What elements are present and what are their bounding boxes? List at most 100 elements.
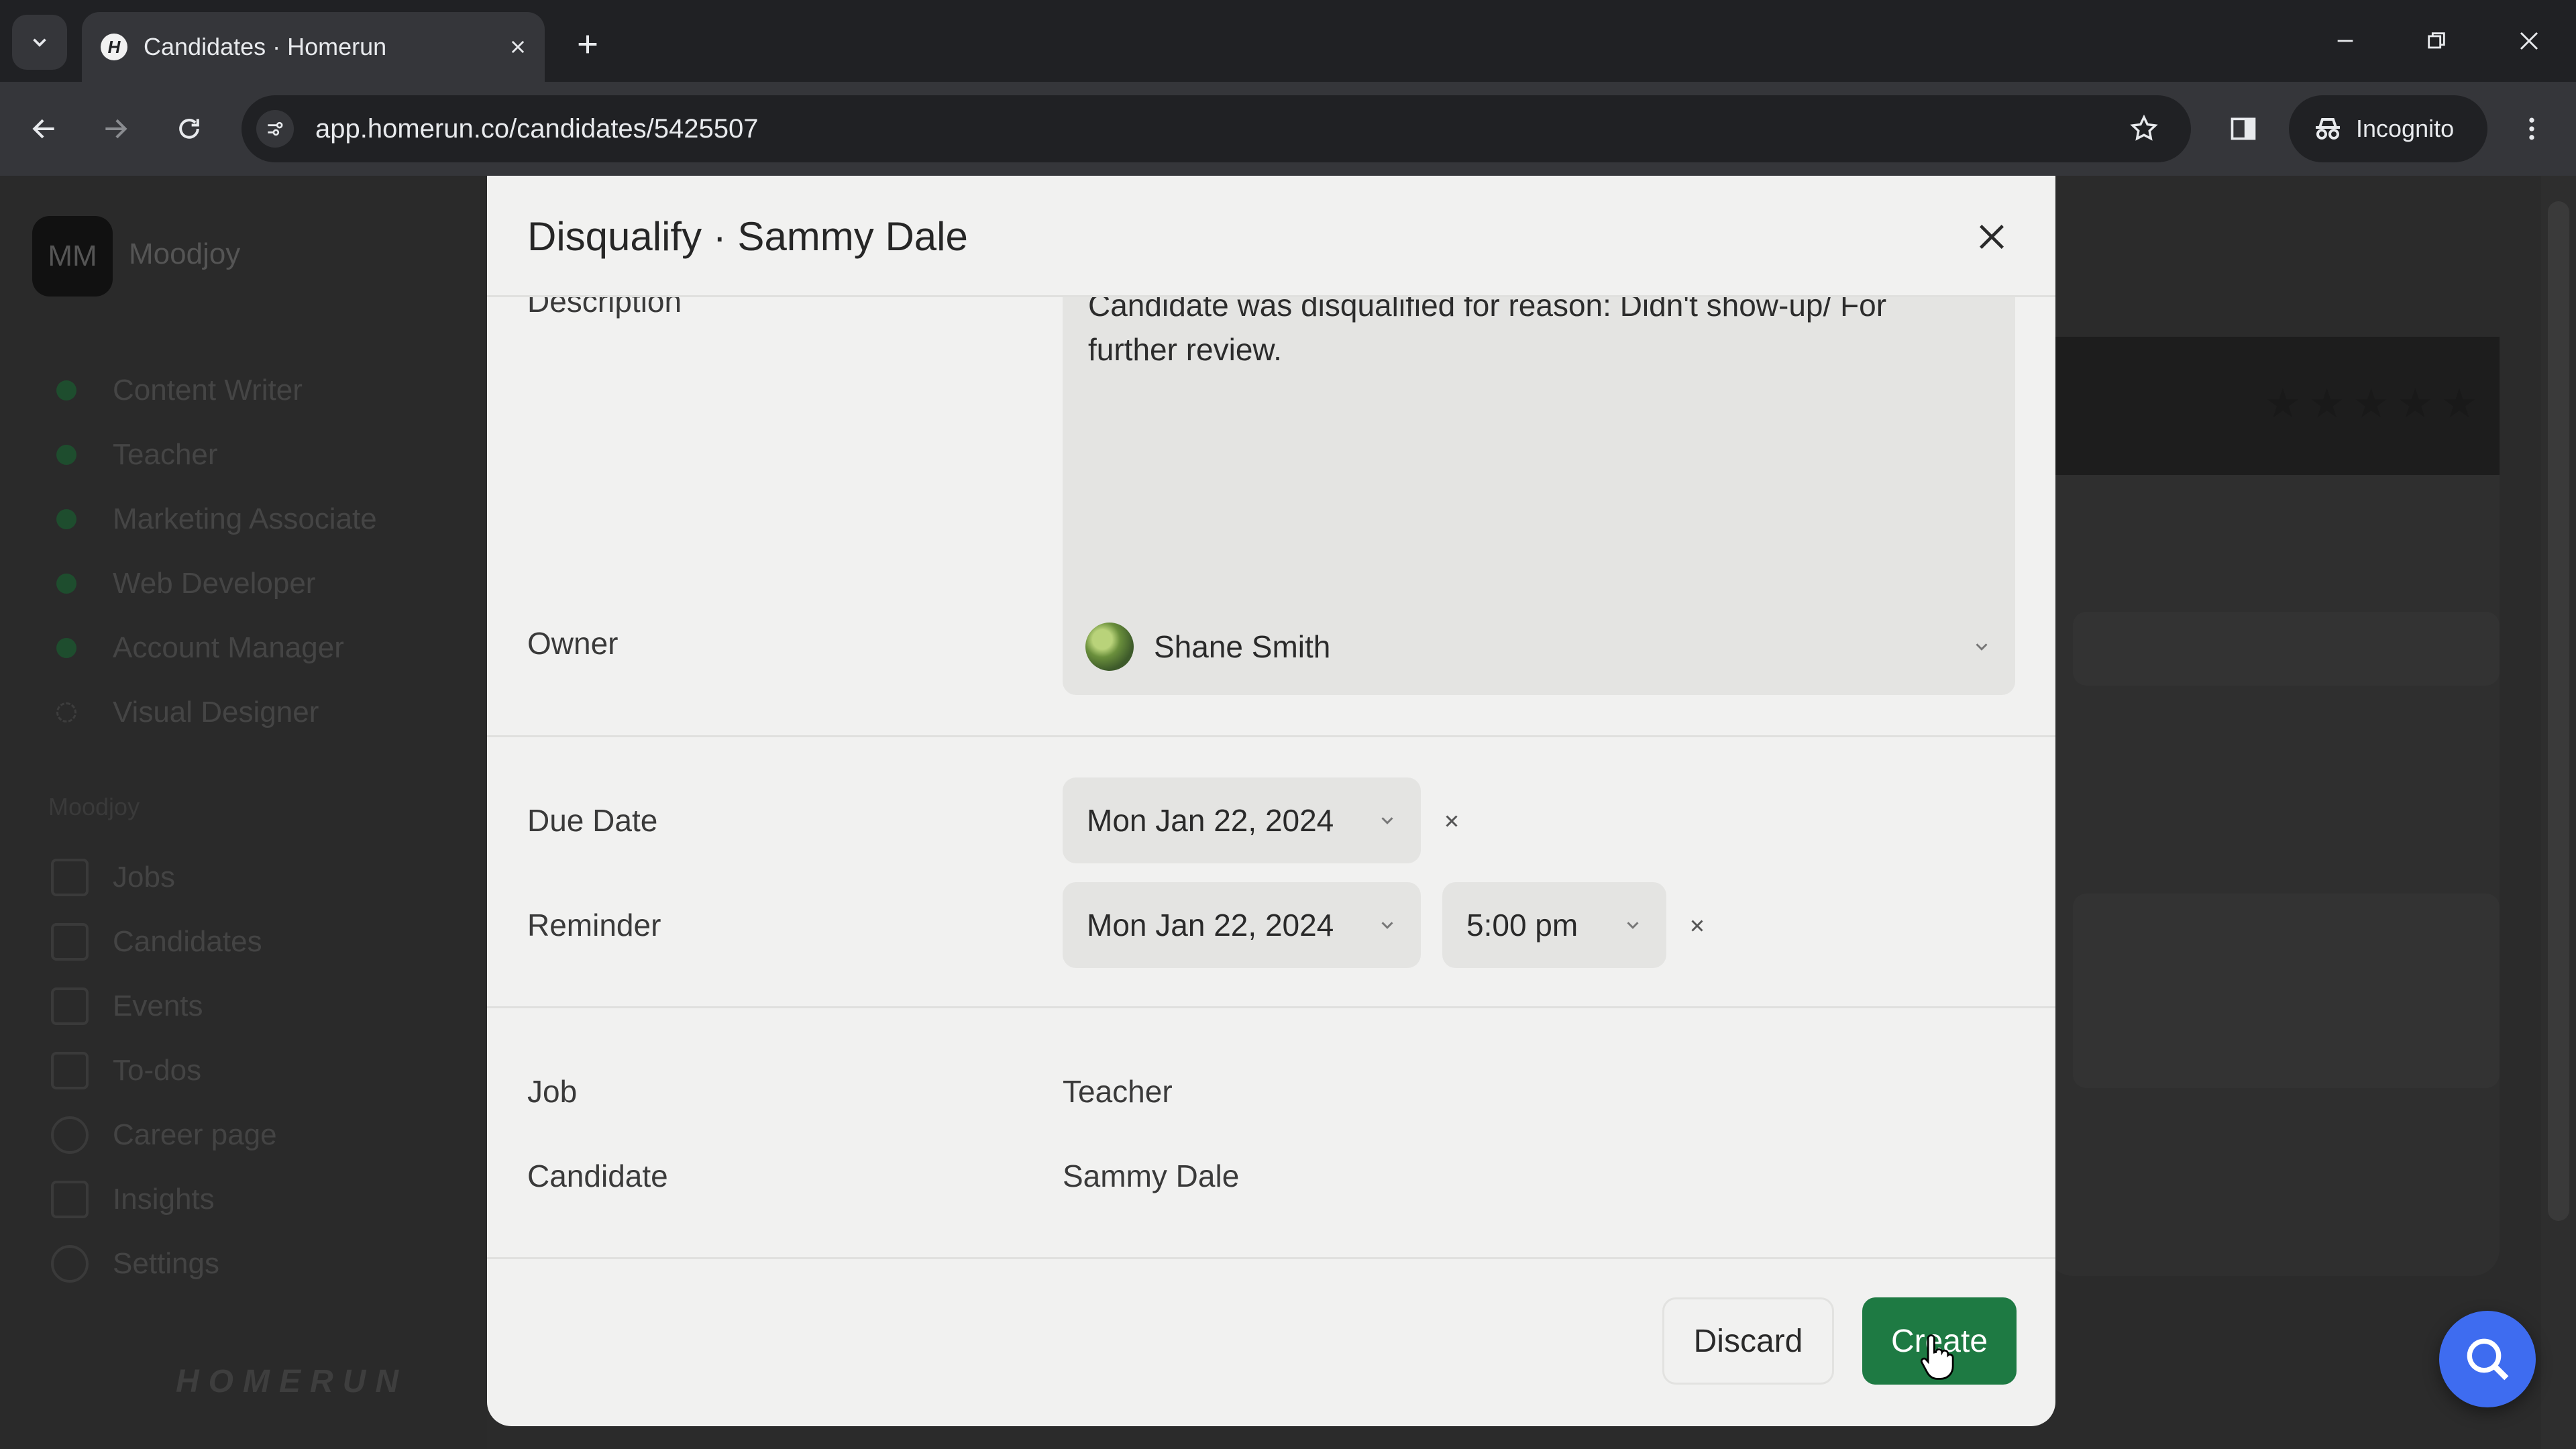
nav-label: Career page [113, 1118, 277, 1151]
sidebar-nav-insights[interactable]: Insights [51, 1179, 215, 1220]
sidebar-nav-todos[interactable]: To-dos [51, 1051, 201, 1091]
chevron-down-icon [1374, 912, 1401, 938]
chart-icon [51, 1181, 89, 1218]
workspace-avatar[interactable]: MM [32, 216, 113, 297]
close-icon [511, 40, 525, 54]
reminder-time-value: 5:00 pm [1466, 908, 1578, 943]
disqualify-modal: Description Candidate was disqualified f… [487, 176, 2055, 1426]
browser-menu-button[interactable] [2510, 107, 2553, 150]
sidebar-job-marketing-associate[interactable]: Marketing Associate [56, 499, 377, 539]
due-date-value: Mon Jan 22, 2024 [1087, 803, 1334, 838]
tab-search-button[interactable] [12, 15, 67, 70]
people-icon [51, 923, 89, 961]
modal-close-button[interactable] [1968, 213, 2015, 260]
job-label: Visual Designer [113, 696, 319, 729]
job-label: Account Manager [113, 631, 344, 664]
close-icon [2520, 32, 2538, 50]
incognito-label: Incognito [2356, 115, 2455, 142]
footer-divider [487, 1257, 2055, 1259]
job-status-dot [56, 380, 76, 400]
back-button[interactable] [23, 107, 66, 150]
sidebar-nav-jobs[interactable]: Jobs [51, 857, 175, 898]
due-date-label: Due Date [527, 803, 658, 838]
job-label: Content Writer [113, 374, 303, 407]
nav-label: Jobs [113, 861, 175, 894]
hand-cursor-icon [1920, 1334, 1954, 1380]
workspace-name[interactable]: Moodjoy [129, 237, 240, 271]
sidebar-nav-settings[interactable]: Settings [51, 1244, 219, 1284]
sidebar-section-label: Moodjoy [48, 793, 140, 820]
chevron-down-icon [1968, 633, 1995, 660]
reminder-time-select[interactable]: 5:00 pm [1442, 882, 1666, 968]
homerun-favicon: H [101, 34, 127, 60]
candidate-label: Candidate [527, 1159, 668, 1193]
chevron-down-icon [1619, 912, 1646, 938]
modal-title: Disqualify · Sammy Dale [527, 214, 968, 259]
tab-title: Candidates · Homerun [144, 33, 387, 60]
reload-icon [179, 119, 199, 139]
url-text: app.homerun.co/candidates/5425507 [315, 114, 759, 144]
forward-button[interactable] [94, 107, 137, 150]
more-vertical-icon [2529, 117, 2534, 140]
job-status-dot [56, 445, 76, 465]
window-close-button[interactable] [2502, 17, 2556, 64]
discard-button[interactable]: Discard [1662, 1297, 1834, 1385]
clear-due-date-button[interactable] [1437, 806, 1466, 836]
minimize-icon [2337, 40, 2353, 42]
due-date-select[interactable]: Mon Jan 22, 2024 [1063, 777, 1421, 863]
incognito-indicator[interactable]: Incognito [2289, 95, 2487, 162]
job-label: Job [527, 1074, 578, 1109]
sidebar-nav-events[interactable]: Events [51, 986, 203, 1026]
job-label: Teacher [113, 438, 218, 471]
tab-close-button[interactable] [504, 34, 531, 60]
side-panel-icon [2231, 117, 2256, 140]
close-icon [1446, 815, 1458, 827]
nav-label: Settings [113, 1247, 219, 1280]
briefcase-icon [51, 859, 89, 896]
close-icon [1980, 225, 2004, 249]
job-status-dot [56, 638, 76, 658]
nav-label: Insights [113, 1183, 215, 1216]
minimize-button[interactable] [2318, 17, 2372, 64]
modal-header: Disqualify · Sammy Dale [487, 176, 2055, 297]
nav-label: To-dos [113, 1054, 202, 1087]
help-search-button[interactable] [2439, 1311, 2536, 1407]
side-panel-button[interactable] [2222, 107, 2265, 150]
owner-select[interactable]: Shane Smith [1063, 598, 2015, 695]
candidate-value: Sammy Dale [1063, 1159, 1240, 1193]
job-label: Web Developer [113, 567, 316, 600]
restore-button[interactable] [2410, 17, 2463, 64]
job-status-dot [56, 574, 76, 594]
search-icon [2467, 1338, 2509, 1381]
new-tab-button[interactable] [568, 24, 608, 64]
sidebar-job-visual-designer[interactable]: Visual Designer [56, 692, 319, 733]
sidebar-nav-candidates[interactable]: Candidates [51, 922, 262, 962]
bookmark-star-icon[interactable] [2125, 110, 2163, 148]
calendar-icon [51, 987, 89, 1025]
sidebar-job-content-writer[interactable]: Content Writer [56, 370, 303, 411]
site-info-icon[interactable] [256, 110, 294, 148]
job-status-dot [56, 509, 76, 529]
section-divider [487, 1006, 2055, 1008]
candidate-panel [2046, 337, 2500, 1276]
reload-button[interactable] [168, 107, 211, 150]
sidebar-nav-career-page[interactable]: Career page [51, 1115, 277, 1155]
reminder-date-select[interactable]: Mon Jan 22, 2024 [1063, 882, 1421, 968]
page-scrollbar-thumb[interactable] [2548, 201, 2569, 1221]
checkbox-icon [51, 1052, 89, 1089]
browser-tab[interactable]: H Candidates · Homerun [82, 12, 545, 82]
sidebar-job-teacher[interactable]: Teacher [56, 435, 218, 475]
arrow-left-icon [32, 119, 54, 139]
job-value: Teacher [1063, 1074, 1173, 1109]
close-icon [1691, 920, 1703, 932]
clear-reminder-button[interactable] [1682, 911, 1712, 941]
panel-block [2073, 612, 2500, 686]
sidebar-job-account-manager[interactable]: Account Manager [56, 628, 344, 668]
arrow-right-icon [105, 119, 127, 139]
sidebar-job-web-developer[interactable]: Web Developer [56, 564, 315, 604]
reminder-date-value: Mon Jan 22, 2024 [1087, 908, 1334, 943]
reminder-label: Reminder [527, 908, 661, 943]
chevron-down-icon [33, 38, 46, 47]
incognito-icon [2316, 118, 2340, 140]
address-bar[interactable]: app.homerun.co/candidates/5425507 [241, 95, 2191, 162]
